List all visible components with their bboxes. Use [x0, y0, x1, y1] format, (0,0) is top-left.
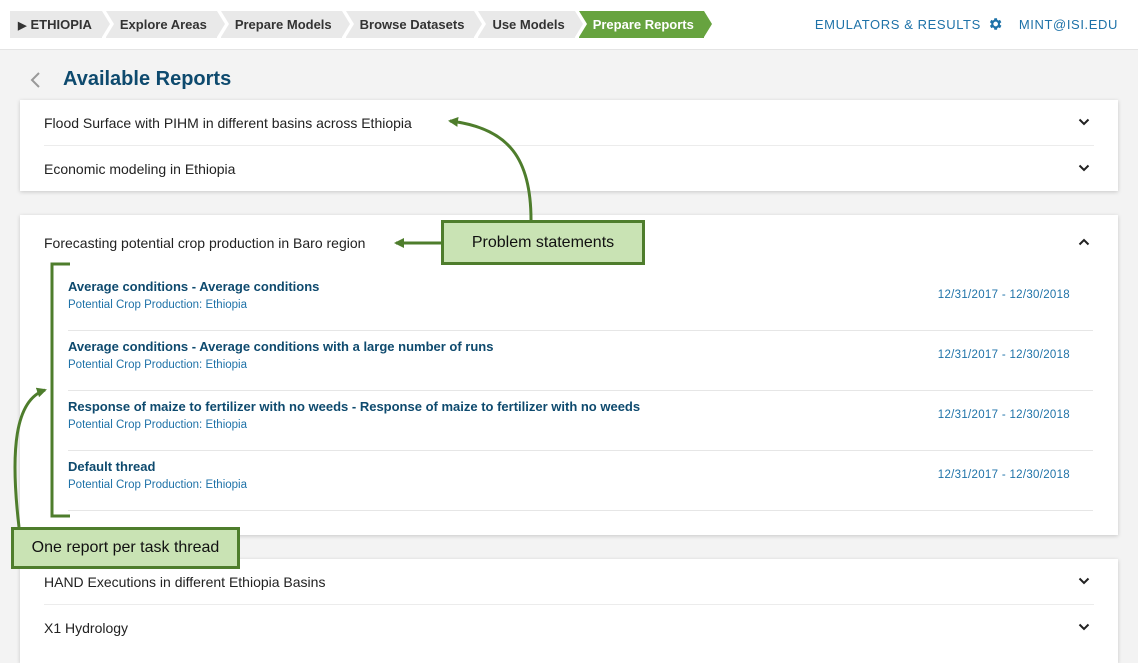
thread-dates: 12/31/2017 - 12/30/2018 [937, 289, 1070, 301]
thread-subtitle: Potential Crop Production: Ethiopia [68, 479, 247, 491]
breadcrumb: ▶ ETHIOPIA Explore Areas Prepare Models B… [10, 11, 713, 38]
crumb-browse-datasets[interactable]: Browse Datasets [345, 11, 483, 38]
problem-label: HAND Executions in different Ethiopia Ba… [44, 574, 326, 590]
crumb-use-models[interactable]: Use Models [478, 11, 583, 38]
problem-list-card: Flood Surface with PIHM in different bas… [20, 100, 1118, 191]
thread-name: Average conditions - Average conditions [68, 279, 320, 294]
crumb-label: Explore Areas [119, 17, 207, 32]
crumb-ethiopia[interactable]: ▶ ETHIOPIA [10, 11, 110, 38]
crumb-label: ETHIOPIA [30, 17, 92, 32]
thread-subtitle: Potential Crop Production: Ethiopia [68, 419, 247, 431]
chevron-up-icon [1078, 238, 1090, 246]
task-thread-row[interactable]: Average conditions - Average conditions … [68, 331, 1093, 391]
thread-dates: 12/31/2017 - 12/30/2018 [937, 409, 1070, 421]
thread-subtitle: Potential Crop Production: Ethiopia [68, 359, 247, 371]
row-divider [68, 510, 1093, 511]
chevron-down-icon [1078, 623, 1090, 631]
chevron-left-icon[interactable] [28, 70, 44, 90]
thread-name: Average conditions - Average conditions … [68, 339, 494, 354]
play-icon: ▶ [18, 20, 27, 32]
annotation-problem-statements: Problem statements [441, 220, 645, 265]
crumb-label: Prepare Models [234, 17, 332, 32]
task-thread-row[interactable]: Response of maize to fertilizer with no … [68, 391, 1093, 451]
crumb-prepare-models[interactable]: Prepare Models [220, 11, 350, 38]
app-root: ▶ ETHIOPIA Explore Areas Prepare Models B… [0, 0, 1138, 663]
thread-dates: 12/31/2017 - 12/30/2018 [937, 469, 1070, 481]
annotation-one-report: One report per task thread [11, 527, 240, 569]
thread-dates: 12/31/2017 - 12/30/2018 [937, 349, 1070, 361]
top-right-links: EMULATORS & RESULTS MINT@ISI.EDU [815, 16, 1118, 32]
top-nav-bar: ▶ ETHIOPIA Explore Areas Prepare Models B… [0, 0, 1138, 50]
crumb-explore-areas[interactable]: Explore Areas [105, 11, 225, 38]
problem-list-card: HAND Executions in different Ethiopia Ba… [20, 559, 1118, 663]
crumb-prepare-reports[interactable]: Prepare Reports [578, 11, 713, 38]
chevron-down-icon [1078, 577, 1090, 585]
problem-statement-flood-pihm[interactable]: Flood Surface with PIHM in different bas… [20, 100, 1118, 146]
crumb-label: Use Models [492, 17, 565, 32]
thread-name: Default thread [68, 459, 156, 474]
gear-icon[interactable] [987, 16, 1003, 32]
problem-statement-x1-hydrology[interactable]: X1 Hydrology [20, 605, 1118, 651]
problem-label: X1 Hydrology [44, 620, 129, 636]
thread-name: Response of maize to fertilizer with no … [68, 399, 641, 414]
crumb-label: Prepare Reports [592, 17, 694, 32]
chevron-down-icon [1078, 164, 1090, 172]
task-thread-row[interactable]: Default thread Potential Crop Production… [68, 451, 1093, 511]
thread-subtitle: Potential Crop Production: Ethiopia [68, 299, 247, 311]
problem-label: Economic modeling in Ethiopia [44, 161, 236, 177]
emulators-results-link[interactable]: EMULATORS & RESULTS [815, 17, 981, 32]
task-thread-row[interactable]: Average conditions - Average conditions … [68, 271, 1093, 331]
problem-statement-economic[interactable]: Economic modeling in Ethiopia [20, 146, 1118, 192]
problem-label: Flood Surface with PIHM in different bas… [44, 115, 412, 131]
page-title: Available Reports [63, 68, 232, 90]
problem-label: Forecasting potential crop production in… [44, 235, 366, 251]
user-account-link[interactable]: MINT@ISI.EDU [1019, 17, 1118, 32]
crumb-label: Browse Datasets [359, 17, 465, 32]
chevron-down-icon [1078, 118, 1090, 126]
